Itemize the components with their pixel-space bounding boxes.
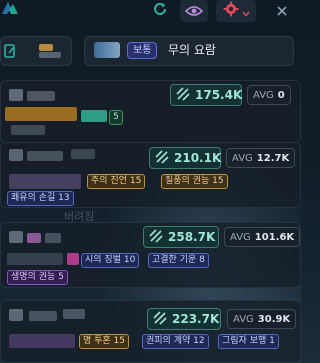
mutation-name: 무의 요람 <box>168 43 216 57</box>
player-detail-redacted <box>9 334 75 348</box>
talent-tag: 권피의 계약 12 <box>142 334 209 349</box>
player-card[interactable]: 5 175.4K AVG 0 <box>0 80 301 144</box>
mutation-icon <box>94 42 120 58</box>
class-icon-redacted <box>9 89 23 101</box>
avg-label: AVG <box>230 231 251 243</box>
talent-tag: 그림자 보행 1 <box>218 334 279 349</box>
tag-icon-redacted <box>81 110 107 122</box>
damage-value: 223.7K <box>172 312 220 326</box>
eye-icon <box>184 2 204 21</box>
player-detail-redacted <box>5 107 77 121</box>
class-icon-redacted <box>9 149 23 161</box>
close-icon <box>276 2 288 21</box>
damage-icon <box>155 149 169 168</box>
difficulty-badge: 보통 <box>127 42 158 59</box>
talent-tag: 5 <box>109 110 123 125</box>
talent-tag: 질풍의 권능 15 <box>161 174 228 189</box>
party-selector[interactable] <box>0 36 72 66</box>
player-name-redacted <box>27 151 63 161</box>
avg-label: AVG <box>232 152 253 164</box>
talent-tag: 주의 진언 15 <box>87 174 146 189</box>
player-detail-redacted <box>71 149 95 159</box>
player-detail-redacted <box>63 309 85 319</box>
class-icon-redacted <box>9 231 23 243</box>
avg-value: 0 <box>277 89 285 101</box>
damage-icon <box>149 228 163 247</box>
party-name-redacted <box>39 52 61 58</box>
talent-tag: 생명의 권능 5 <box>7 270 68 285</box>
class-icon-redacted <box>9 309 23 321</box>
damage-counter: 258.7K <box>143 226 219 248</box>
filter-row: 보통 무의 요람 <box>0 33 301 69</box>
damage-icon <box>176 86 190 105</box>
damage-value: 258.7K <box>168 230 216 244</box>
close-button[interactable] <box>270 0 294 22</box>
avg-value: 101.6K <box>254 231 295 243</box>
avg-counter: AVG 0 <box>247 85 291 105</box>
visibility-toggle-button[interactable] <box>180 0 208 22</box>
player-detail-redacted <box>11 125 45 135</box>
player-detail-redacted <box>9 174 81 189</box>
damage-counter: 175.4K <box>170 84 242 106</box>
player-card[interactable]: 223.7K AVG 30.9K 명 투혼 15 권피의 계약 12 그림자 보… <box>0 300 301 363</box>
gear-icon <box>223 1 239 21</box>
player-detail-redacted <box>7 253 63 265</box>
avg-counter: AVG 30.9K <box>227 309 297 329</box>
avg-value: 12.7K <box>256 152 290 164</box>
player-name-redacted <box>29 311 57 321</box>
player-card[interactable]: 210.1K AVG 12.7K 주의 진언 15 질풍의 권능 15 쾌유의 … <box>0 142 301 208</box>
damage-value: 210.1K <box>174 151 222 165</box>
refresh-icon <box>152 1 168 21</box>
avg-counter: AVG 12.7K <box>226 148 296 168</box>
avg-counter: AVG 101.6K <box>224 227 301 247</box>
settings-menu-button[interactable] <box>216 0 256 22</box>
damage-counter: 223.7K <box>147 308 221 330</box>
avg-label: AVG <box>233 313 254 325</box>
talent-tag: 고결한 기운 8 <box>148 253 209 268</box>
app-logo-icon <box>0 0 20 18</box>
talent-tag: 명 투혼 15 <box>79 334 130 349</box>
player-name-redacted <box>45 233 61 243</box>
player-name-redacted <box>27 91 55 101</box>
player-detail-redacted <box>27 233 41 243</box>
player-card[interactable]: 258.7K AVG 101.6K 시의 징벌 10 고결한 기운 8 생명의 … <box>0 222 301 288</box>
edit-icon <box>3 43 17 63</box>
avg-value: 30.9K <box>257 313 291 325</box>
tag-icon-redacted <box>67 253 79 265</box>
refresh-button[interactable] <box>148 0 172 22</box>
damage-value: 175.4K <box>195 88 243 102</box>
talent-tag: 시의 징벌 10 <box>81 253 140 268</box>
party-color-swatch <box>39 44 53 51</box>
damage-counter: 210.1K <box>149 147 221 169</box>
chevron-down-icon <box>241 2 250 21</box>
avg-label: AVG <box>253 89 274 101</box>
top-bar <box>0 0 301 26</box>
talent-tag: 쾌유의 손길 13 <box>7 191 74 206</box>
damage-icon <box>153 310 167 329</box>
